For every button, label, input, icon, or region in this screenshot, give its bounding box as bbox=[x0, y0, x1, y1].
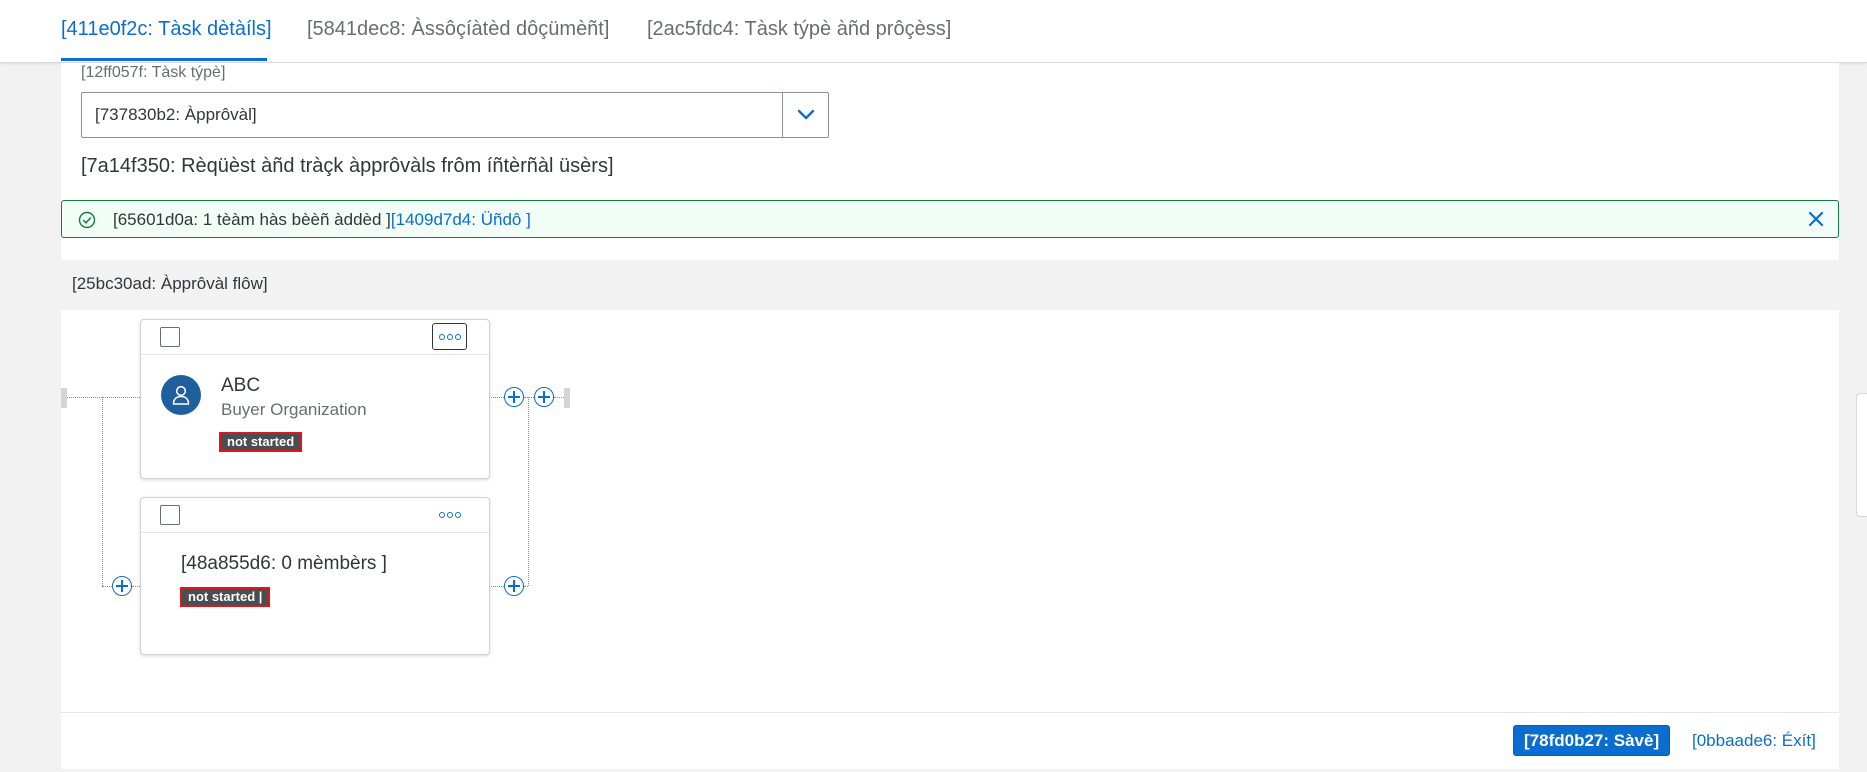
flow-connector bbox=[102, 397, 103, 586]
success-message-strip: [65601d0a: 1 tèàm hàs bèèñ àddèd ][1409d… bbox=[61, 200, 1839, 238]
approval-flow-canvas: ABC Buyer Organization not started [48a8… bbox=[61, 310, 1839, 712]
flow-connector bbox=[524, 586, 528, 587]
card-toolbar bbox=[141, 498, 489, 533]
exit-button[interactable]: [0bbaade6: Éxít] bbox=[1692, 731, 1816, 751]
task-type-description: [7a14f350: Rèqüèst àñd tràçk àpprôvàls f… bbox=[81, 155, 614, 177]
flow-connector bbox=[524, 397, 534, 398]
add-parallel-before-button[interactable] bbox=[112, 576, 132, 596]
flow-connector bbox=[67, 397, 146, 398]
approver-type: Buyer Organization bbox=[221, 400, 367, 419]
card-select-checkbox[interactable] bbox=[160, 505, 180, 525]
approval-card-abc[interactable]: ABC Buyer Organization not started bbox=[140, 319, 490, 479]
person-icon bbox=[172, 385, 190, 405]
approval-flow-header: [25bc30ad: Àpprôvàl flôw] bbox=[61, 260, 1839, 311]
flow-start-marker bbox=[61, 388, 67, 408]
save-button[interactable]: [78fd0b27: Sàvè] bbox=[1513, 725, 1671, 756]
task-type-label: [12ff057f: Tàsk týpè] bbox=[81, 64, 226, 81]
task-type-value: [737830b2: Àpprôvàl] bbox=[95, 105, 257, 124]
add-step-after-button[interactable] bbox=[504, 387, 524, 407]
more-options-icon[interactable] bbox=[432, 323, 467, 350]
approval-card-team[interactable]: [48a855d6: 0 mèmbèrs ] not started | bbox=[140, 497, 490, 655]
flow-connector bbox=[102, 586, 112, 587]
tab-bar: [411e0f2c: Tàsk dètàíls] [5841dec8: Àssô… bbox=[0, 0, 1867, 63]
close-icon[interactable] bbox=[1806, 209, 1826, 229]
flow-connector bbox=[554, 397, 564, 398]
task-type-dropdown-button[interactable] bbox=[782, 93, 828, 137]
status-badge: not started | bbox=[180, 587, 271, 607]
flow-connector bbox=[491, 397, 504, 398]
success-check-icon bbox=[78, 211, 96, 229]
task-type-select[interactable]: [737830b2: Àpprôvàl] bbox=[81, 92, 829, 138]
team-members-count: [48a855d6: 0 mèmbèrs ] bbox=[181, 553, 387, 574]
flow-connector bbox=[528, 397, 529, 586]
message-body: [65601d0a: 1 tèàm hàs bèèñ àddèd ] bbox=[113, 210, 391, 229]
footer-toolbar: [78fd0b27: Sàvè] [0bbaade6: Éxít] bbox=[61, 712, 1839, 769]
flow-connector bbox=[491, 586, 504, 587]
add-parallel-after-button[interactable] bbox=[504, 576, 524, 596]
approval-flow-title: [25bc30ad: Àpprôvàl flôw] bbox=[72, 274, 268, 293]
more-options-icon[interactable] bbox=[432, 501, 467, 528]
undo-link[interactable]: [1409d7d4: Üñdô ] bbox=[391, 210, 531, 229]
card-select-checkbox[interactable] bbox=[160, 327, 180, 347]
tab-task-details[interactable]: [411e0f2c: Tàsk dètàíls] bbox=[61, 18, 272, 41]
side-panel-handle[interactable] bbox=[1856, 393, 1867, 517]
chevron-down-icon bbox=[797, 109, 814, 120]
card-toolbar bbox=[141, 320, 489, 355]
status-badge: not started bbox=[219, 432, 303, 452]
avatar bbox=[161, 375, 201, 415]
add-step-end-button[interactable] bbox=[534, 387, 554, 407]
approver-name: ABC bbox=[221, 375, 261, 396]
tab-task-type-and-process[interactable]: [2ac5fdc4: Tàsk týpè àñd prôçèss] bbox=[647, 18, 951, 41]
active-tab-indicator bbox=[61, 58, 267, 61]
message-text: [65601d0a: 1 tèàm hàs bèèñ àddèd ][1409d… bbox=[113, 210, 531, 230]
tab-associated-document[interactable]: [5841dec8: Àssôçíàtèd dôçümèñt] bbox=[307, 18, 609, 41]
flow-end-marker bbox=[564, 388, 570, 408]
